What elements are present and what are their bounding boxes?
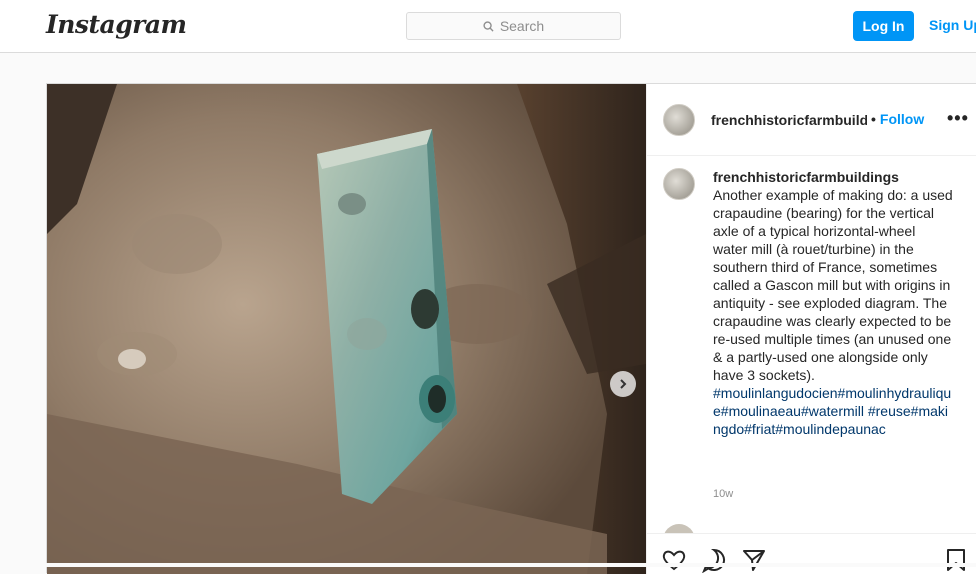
search-icon — [483, 20, 494, 32]
follow-label[interactable]: Follow — [880, 111, 924, 127]
post-username[interactable]: frenchhistoricfarmbuildings — [711, 112, 867, 128]
caption-text: Another example of making do: a used cra… — [713, 187, 953, 383]
post-caption: frenchhistoricfarmbuildings Another exam… — [713, 168, 953, 438]
separator-dot: • — [871, 111, 876, 127]
bookmark-icon[interactable] — [943, 547, 969, 573]
post-card: frenchhistoricfarmbuildings •Follow ••• … — [46, 83, 976, 574]
post-actions-bar — [647, 533, 976, 574]
search-placeholder: Search — [499, 18, 545, 34]
search-input[interactable]: Search — [406, 12, 621, 40]
page-bottom-edge — [0, 563, 976, 567]
post-sidebar: frenchhistoricfarmbuildings •Follow ••• … — [646, 84, 976, 574]
post-image[interactable] — [47, 84, 646, 574]
instagram-logo[interactable]: Instagram — [46, 10, 187, 39]
next-image-button[interactable] — [610, 371, 636, 397]
follow-button[interactable]: • Follow — [871, 111, 924, 127]
top-navigation-bar: Instagram Search Log In Sign Up — [0, 0, 976, 53]
caption-avatar[interactable] — [663, 168, 695, 200]
caption-username[interactable]: frenchhistoricfarmbuildings — [713, 168, 953, 186]
avatar[interactable] — [663, 104, 695, 136]
heart-icon[interactable] — [661, 547, 687, 573]
post-header: frenchhistoricfarmbuildings •Follow ••• — [647, 84, 976, 156]
more-icon[interactable]: ••• — [947, 108, 969, 129]
comment-icon[interactable] — [701, 547, 727, 573]
share-icon[interactable] — [741, 547, 767, 573]
chevron-right-icon — [620, 379, 627, 389]
post-age[interactable]: 10w — [713, 488, 733, 500]
more-options-button[interactable]: ••• — [947, 108, 969, 128]
sign-up-link[interactable]: Sign Up — [929, 17, 976, 33]
caption-hashtags[interactable]: #moulinlangudocien#moulinhydraulique#mou… — [713, 384, 953, 438]
crapaudine-photo — [47, 84, 646, 574]
log-in-button[interactable]: Log In — [853, 11, 914, 41]
